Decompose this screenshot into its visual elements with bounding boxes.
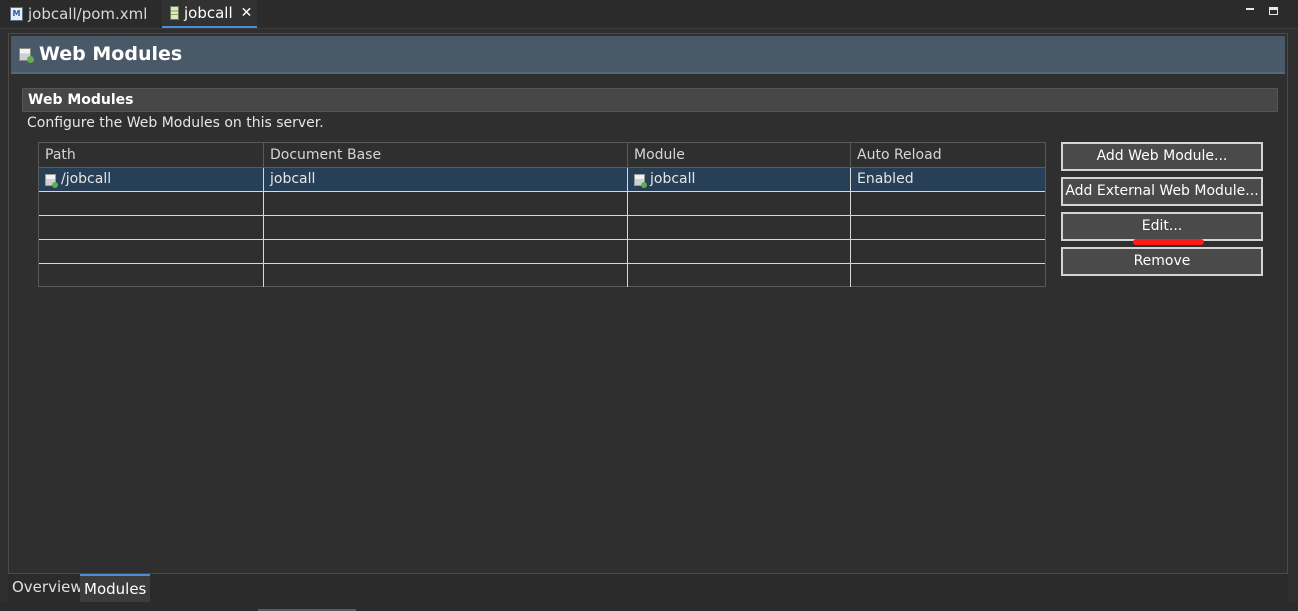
minimize-icon[interactable] [1246,8,1254,10]
editor-tab-bar: M jobcall/pom.xml jobcall ✕ [0,0,1298,29]
section-description: Configure the Web Modules on this server… [27,115,324,131]
tab-pom-xml[interactable]: M jobcall/pom.xml [0,0,150,28]
server-icon [170,6,179,20]
add-external-web-module-button[interactable]: Add External Web Module... [1061,177,1263,206]
web-modules-section: Web Modules Configure the Web Modules on… [22,88,1278,131]
web-module-icon [634,173,647,188]
editor-page-tabs: Overview Modules [8,574,1288,603]
tab-modules[interactable]: Modules [80,574,150,602]
remove-button[interactable]: Remove [1061,247,1263,276]
table-row[interactable]: /jobcall jobcall jobcall Enabled [39,168,1045,192]
status-strip [0,603,1298,611]
add-web-module-button[interactable]: Add Web Module... [1061,142,1263,171]
cell-auto-reload: Enabled [857,171,914,187]
tab-label: jobcall [184,4,233,22]
table-row-empty[interactable] [39,192,1045,216]
red-underline-annotation [1133,239,1204,245]
column-header-document-base[interactable]: Document Base [264,143,628,167]
cell-document-base: jobcall [264,168,628,191]
cell-module: jobcall [628,168,851,191]
web-module-icon [19,47,34,63]
column-header-auto-reload[interactable]: Auto Reload [851,143,1045,167]
table-row-empty[interactable] [39,216,1045,240]
tab-overview[interactable]: Overview [8,574,83,602]
web-module-icon [45,173,58,188]
module-value: jobcall [650,171,696,187]
web-modules-table[interactable]: Path Document Base Module Auto Reload /j… [38,142,1046,287]
tab-label: jobcall/pom.xml [28,5,148,23]
page-title: Web Modules [39,43,183,65]
maximize-icon[interactable] [1269,7,1278,15]
close-icon[interactable]: ✕ [241,5,253,21]
column-header-module[interactable]: Module [628,143,851,167]
table-header: Path Document Base Module Auto Reload [39,143,1045,168]
server-editor: Web Modules Web Modules Configure the We… [8,33,1288,574]
column-header-path[interactable]: Path [39,143,264,167]
cell-path: /jobcall [39,168,264,191]
form-header: Web Modules [11,36,1285,74]
edit-button[interactable]: Edit... [1061,212,1263,241]
maven-pom-icon: M [10,7,23,21]
path-value: /jobcall [61,171,112,187]
table-row-empty[interactable] [39,264,1045,288]
tab-jobcall-server[interactable]: jobcall ✕ [162,0,257,28]
table-row-empty[interactable] [39,240,1045,264]
section-title[interactable]: Web Modules [22,88,1278,112]
